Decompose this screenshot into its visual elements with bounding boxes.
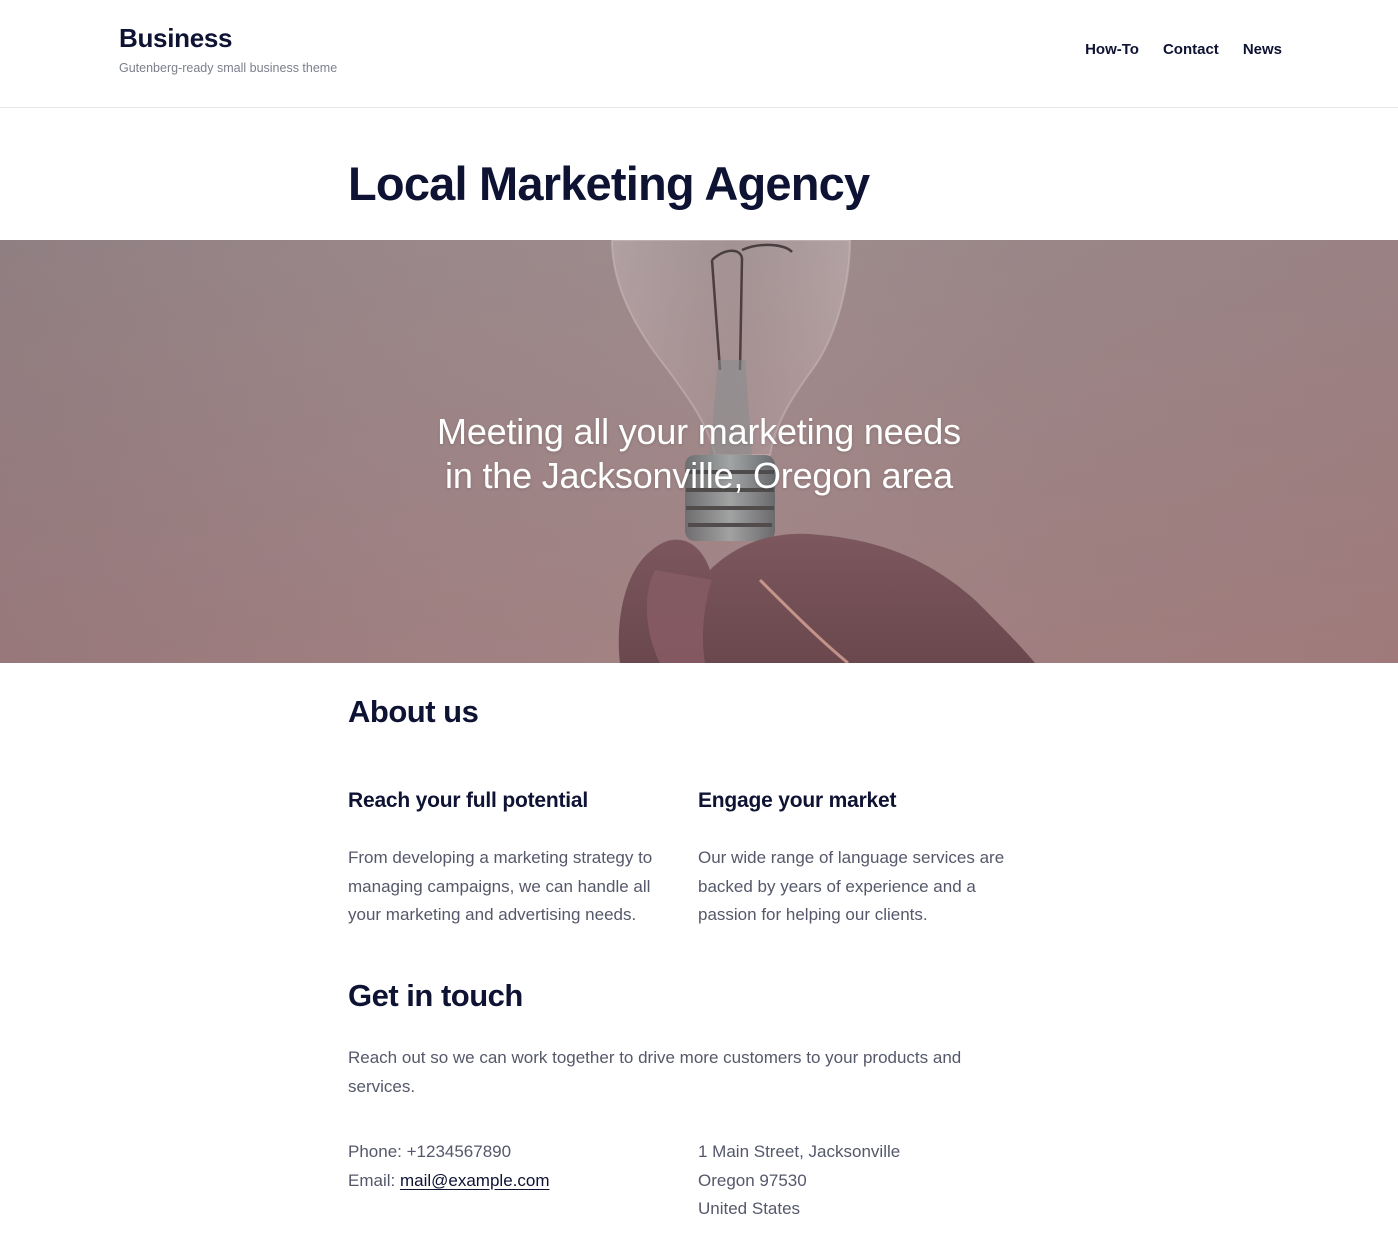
email-prefix: Email: (348, 1170, 400, 1190)
main-nav: How-To Contact News (1085, 39, 1282, 61)
about-column-market: Engage your market Our wide range of lan… (698, 787, 1028, 930)
hero-cover: Meeting all your marketing needs in the … (0, 240, 1398, 663)
address-line-2: Oregon 97530 (698, 1170, 807, 1190)
column-text: Our wide range of language services are … (698, 848, 1005, 924)
nav-item-contact[interactable]: Contact (1163, 39, 1219, 61)
get-in-touch-heading: Get in touch (348, 978, 523, 1013)
address-line-1: 1 Main Street, Jacksonville (698, 1142, 901, 1161)
hero-line-2: in the Jacksonville, Oregon area (445, 455, 953, 496)
site-title-link[interactable]: Business (119, 22, 233, 54)
about-heading: About us (348, 694, 479, 729)
nav-item-news[interactable]: News (1243, 39, 1282, 61)
site-header: Business Gutenberg-ready small business … (0, 0, 1398, 108)
nav-item-how-to[interactable]: How-To (1085, 39, 1139, 61)
hero-line-1: Meeting all your marketing needs (437, 411, 961, 452)
phone-text: Phone: +1234567890 (348, 1142, 512, 1161)
column-heading: Reach your full potential (348, 789, 589, 812)
column-heading: Engage your market (698, 789, 897, 812)
address: 1 Main Street, Jacksonville Oregon 97530… (698, 1138, 900, 1224)
hero-heading: Meeting all your marketing needs in the … (0, 410, 1398, 498)
address-line-3: United States (698, 1199, 801, 1218)
get-in-touch-text: Reach out so we can work together to dri… (348, 1048, 962, 1096)
email-line: Email: mail@example.com (348, 1167, 550, 1196)
about-column-potential: Reach your full potential From developin… (348, 787, 678, 930)
brand: Business Gutenberg-ready small business … (119, 22, 337, 76)
contact-details: Phone: +1234567890 Email: mail@example.c… (348, 1138, 550, 1195)
email-link[interactable]: mail@example.com (400, 1171, 550, 1190)
page-title: Local Marketing Agency (348, 157, 870, 210)
site-tagline: Gutenberg-ready small business theme (119, 61, 338, 75)
column-text: From developing a marketing strategy to … (348, 848, 653, 924)
